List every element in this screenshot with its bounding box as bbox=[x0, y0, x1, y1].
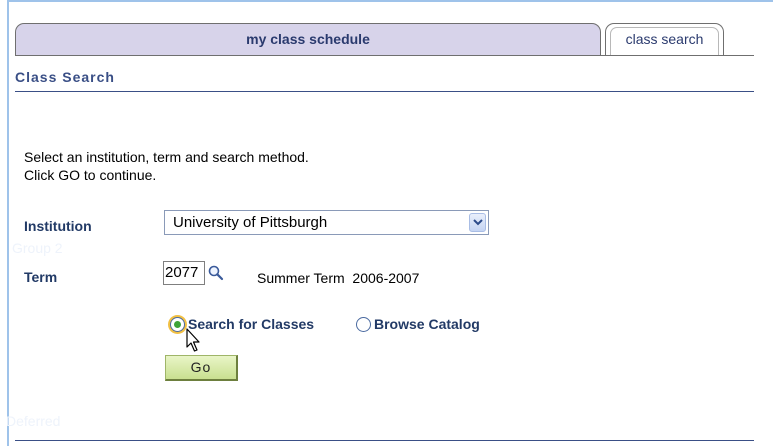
institution-select[interactable]: University of Pittsburgh bbox=[164, 210, 489, 235]
browse-catalog-option[interactable]: Browse Catalog bbox=[356, 316, 480, 332]
faint-deferred-label: Deferred bbox=[6, 413, 61, 429]
chevron-down-icon[interactable] bbox=[469, 213, 486, 232]
browse-catalog-label[interactable]: Browse Catalog bbox=[374, 316, 480, 332]
institution-select-value: University of Pittsburgh bbox=[173, 214, 328, 231]
window-left-border bbox=[7, 0, 9, 446]
instructions-line-1: Select an institution, term and search m… bbox=[24, 149, 309, 165]
term-input[interactable]: 2077 bbox=[163, 261, 205, 285]
tab-class-search-label: class search bbox=[625, 31, 704, 47]
magnifier-icon[interactable] bbox=[207, 264, 225, 282]
term-label: Term bbox=[24, 269, 58, 285]
window-top-border bbox=[7, 0, 773, 2]
mouse-pointer-icon bbox=[186, 328, 202, 359]
instructions-line-2: Click GO to continue. bbox=[24, 167, 157, 183]
tab-baseline bbox=[15, 55, 754, 56]
page-title: Class Search bbox=[15, 69, 115, 85]
tab-my-class-schedule[interactable]: my class schedule bbox=[15, 23, 601, 56]
title-divider bbox=[15, 91, 754, 92]
tab-class-search[interactable]: class search bbox=[605, 23, 724, 56]
instructions-text: Select an institution, term and search m… bbox=[24, 148, 309, 184]
faint-group-label: Group 2 bbox=[12, 240, 63, 256]
browse-catalog-radio[interactable] bbox=[356, 316, 371, 332]
search-for-classes-label[interactable]: Search for Classes bbox=[188, 316, 314, 332]
bottom-divider bbox=[15, 440, 754, 441]
institution-label: Institution bbox=[24, 218, 92, 234]
tab-my-class-schedule-label: my class schedule bbox=[246, 31, 370, 47]
search-for-classes-radio[interactable] bbox=[170, 316, 185, 332]
term-description: Summer Term 2006-2007 bbox=[257, 270, 420, 286]
